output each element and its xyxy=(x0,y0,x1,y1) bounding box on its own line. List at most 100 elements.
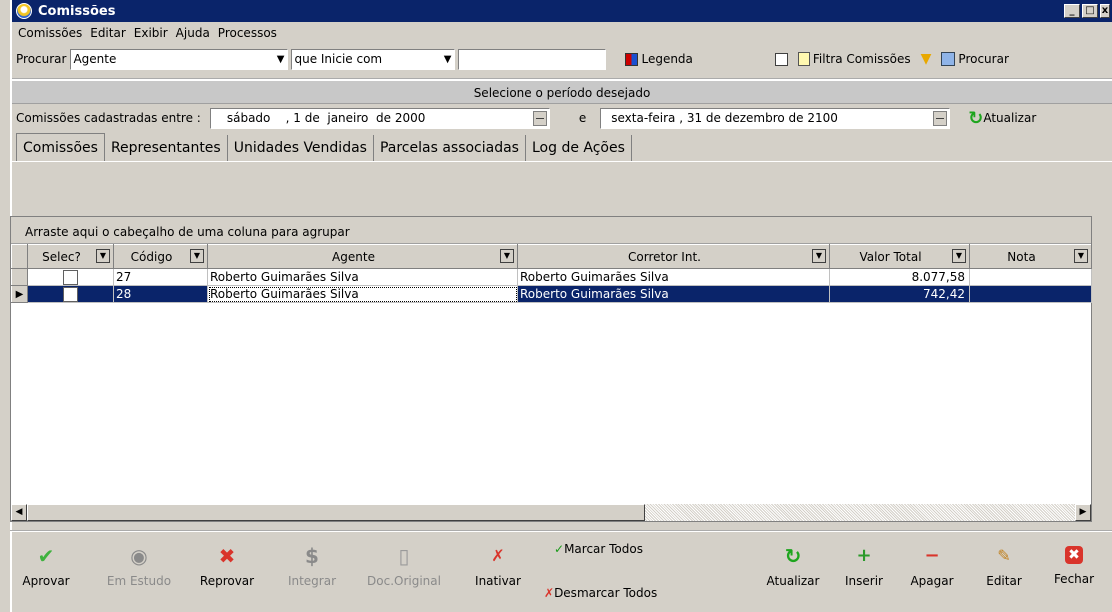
original-doc-button[interactable]: ▯ Doc.Original xyxy=(360,546,448,588)
horizontal-scrollbar[interactable]: ◀ ▶ xyxy=(11,504,1091,521)
column-label: Corretor Int. xyxy=(628,249,701,264)
nota-cell[interactable] xyxy=(969,268,1092,286)
eye-icon: ◉ xyxy=(130,544,148,568)
refresh-button[interactable]: ↻ Atualizar xyxy=(758,546,828,588)
insert-button[interactable]: + Inserir xyxy=(836,546,892,589)
tab-parcelas-associadas[interactable]: Parcelas associadas xyxy=(374,135,526,161)
mark-all-label: Marcar Todos xyxy=(564,542,643,556)
close-window-button[interactable]: x xyxy=(1100,4,1110,18)
in-study-button[interactable]: ◉ Em Estudo xyxy=(104,546,174,588)
tab-representantes[interactable]: Representantes xyxy=(105,135,228,161)
agente-cell[interactable]: Roberto Guimarães Silva xyxy=(207,268,518,286)
codigo-cell[interactable]: 27 xyxy=(113,268,208,286)
edit-button[interactable]: ✎ Editar xyxy=(976,546,1032,588)
funnel-icon[interactable]: ▼ xyxy=(921,51,932,67)
column-header-nota[interactable]: Nota ▼ xyxy=(969,244,1092,269)
date-to-value: sexta-feira , 31 de dezembro de 2100 xyxy=(611,110,838,125)
period-connector: e xyxy=(578,111,587,125)
table-row[interactable]: 27 Roberto Guimarães Silva Roberto Guima… xyxy=(11,268,1092,286)
chevron-down-icon[interactable]: ▼ xyxy=(96,249,110,263)
row-select-cell[interactable] xyxy=(27,285,114,303)
valor-total-cell[interactable]: 742,42 xyxy=(829,285,970,303)
codigo-cell[interactable]: 28 xyxy=(113,285,208,303)
refresh-icon: ↻ xyxy=(784,544,802,568)
deactivate-button[interactable]: ✗ Inativar xyxy=(468,546,528,588)
menu-editar[interactable]: Editar xyxy=(87,26,131,40)
row-checkbox[interactable] xyxy=(63,286,78,302)
document-icon xyxy=(797,52,810,67)
row-indicator[interactable]: ▶ xyxy=(11,285,28,303)
document-icon: ▯ xyxy=(398,544,410,568)
action-toolbar: ✔ Aprovar ◉ Em Estudo ✖ Reprovar $ Integ… xyxy=(10,530,1112,612)
agente-cell[interactable]: Roberto Guimarães Silva xyxy=(207,285,518,303)
row-select-cell[interactable] xyxy=(27,268,114,286)
column-header-agente[interactable]: Agente ▼ xyxy=(207,244,518,269)
scroll-thumb[interactable] xyxy=(27,504,645,521)
column-label: Agente xyxy=(332,249,375,264)
column-header-selec[interactable]: Selec? ▼ xyxy=(27,244,114,269)
legend-button[interactable]: Legenda xyxy=(625,52,693,66)
mark-all-button[interactable]: ✓Marcar Todos xyxy=(554,542,643,556)
column-header-corretor[interactable]: Corretor Int. ▼ xyxy=(517,244,830,269)
approve-button[interactable]: ✔ Aprovar xyxy=(16,546,76,588)
chevron-down-icon[interactable]: ▼ xyxy=(190,249,204,263)
chevron-down-icon[interactable]: ▼ xyxy=(812,249,826,263)
search-condition-select[interactable]: que Inicie com ▼ xyxy=(291,48,456,70)
menu-ajuda[interactable]: Ajuda xyxy=(173,26,215,40)
reject-label: Reprovar xyxy=(199,574,255,588)
row-checkbox[interactable] xyxy=(63,269,78,285)
reject-button[interactable]: ✖ Reprovar xyxy=(192,546,262,588)
search-button[interactable]: Procurar xyxy=(941,51,1009,67)
refresh-period-label: Atualizar xyxy=(983,110,1037,125)
corretor-cell[interactable]: Roberto Guimarães Silva xyxy=(517,285,830,303)
integrate-button[interactable]: $ Integrar xyxy=(282,546,342,588)
menu-processos[interactable]: Processos xyxy=(215,26,282,40)
nota-cell[interactable] xyxy=(969,285,1092,303)
minimize-button[interactable]: _ xyxy=(1064,4,1080,18)
corretor-cell[interactable]: Roberto Guimarães Silva xyxy=(517,268,830,286)
table-row[interactable]: ▶ 28 Roberto Guimarães Silva Roberto Gui… xyxy=(11,285,1092,303)
filter-commissions-button[interactable]: Filtra Comissões xyxy=(797,52,911,67)
tab-unidades-vendidas[interactable]: Unidades Vendidas xyxy=(228,135,374,161)
search-input[interactable] xyxy=(458,48,607,70)
scroll-left-icon[interactable]: ◀ xyxy=(11,504,27,521)
tab-log-de-acoes[interactable]: Log de Ações xyxy=(526,135,632,161)
maximize-button[interactable]: □ xyxy=(1082,4,1098,18)
unmark-all-button[interactable]: ✗Desmarcar Todos xyxy=(544,586,657,600)
chevron-down-icon: ▼ xyxy=(276,53,285,65)
row-indicator[interactable] xyxy=(11,268,28,286)
tab-comissoes[interactable]: Comissões xyxy=(16,133,105,161)
column-header-valor-total[interactable]: Valor Total ▼ xyxy=(829,244,970,269)
column-header-codigo[interactable]: Código ▼ xyxy=(113,244,208,269)
scroll-track[interactable] xyxy=(645,504,1075,521)
search-condition-value: que Inicie com xyxy=(294,52,383,66)
scroll-right-icon[interactable]: ▶ xyxy=(1075,504,1091,521)
deactivate-label: Inativar xyxy=(475,574,521,588)
menu-exibir[interactable]: Exibir xyxy=(131,26,173,40)
legend-label: Legenda xyxy=(641,52,693,66)
unmark-all-label: Desmarcar Todos xyxy=(554,586,658,600)
delete-button[interactable]: − Apagar xyxy=(902,546,962,589)
spin-icon[interactable] xyxy=(933,110,948,126)
chevron-down-icon[interactable]: ▼ xyxy=(500,249,514,263)
spin-icon[interactable] xyxy=(532,110,547,126)
menu-comissoes[interactable]: Comissões xyxy=(15,26,87,40)
date-from-field[interactable]: sábado , 1 de janeiro de 2000 xyxy=(209,107,550,129)
column-label: Código xyxy=(130,249,173,264)
search-field-select[interactable]: Agente ▼ xyxy=(70,48,289,70)
refresh-period-button[interactable]: ↻Atualizar xyxy=(968,108,1036,129)
group-by-area[interactable]: Arraste aqui o cabeçalho de uma coluna p… xyxy=(11,217,1091,244)
chevron-down-icon: ▼ xyxy=(443,53,452,65)
search-bar: Procurar Agente ▼ que Inicie com ▼ Legen… xyxy=(12,44,1112,74)
filter-checkbox[interactable] xyxy=(774,52,788,66)
in-study-label: Em Estudo xyxy=(106,574,172,588)
search-button-label: Procurar xyxy=(958,51,1009,66)
tab-strip: Comissões Representantes Unidades Vendid… xyxy=(12,132,1112,162)
valor-total-cell[interactable]: 8.077,58 xyxy=(829,268,970,286)
chevron-down-icon[interactable]: ▼ xyxy=(952,249,966,263)
date-to-field[interactable]: sexta-feira , 31 de dezembro de 2100 xyxy=(600,107,951,129)
period-header: Selecione o período desejado xyxy=(12,80,1112,104)
close-button[interactable]: ✖ Fechar xyxy=(1046,546,1102,586)
title-bar[interactable]: Comissões _ □ x xyxy=(12,0,1112,22)
chevron-down-icon[interactable]: ▼ xyxy=(1074,249,1088,263)
